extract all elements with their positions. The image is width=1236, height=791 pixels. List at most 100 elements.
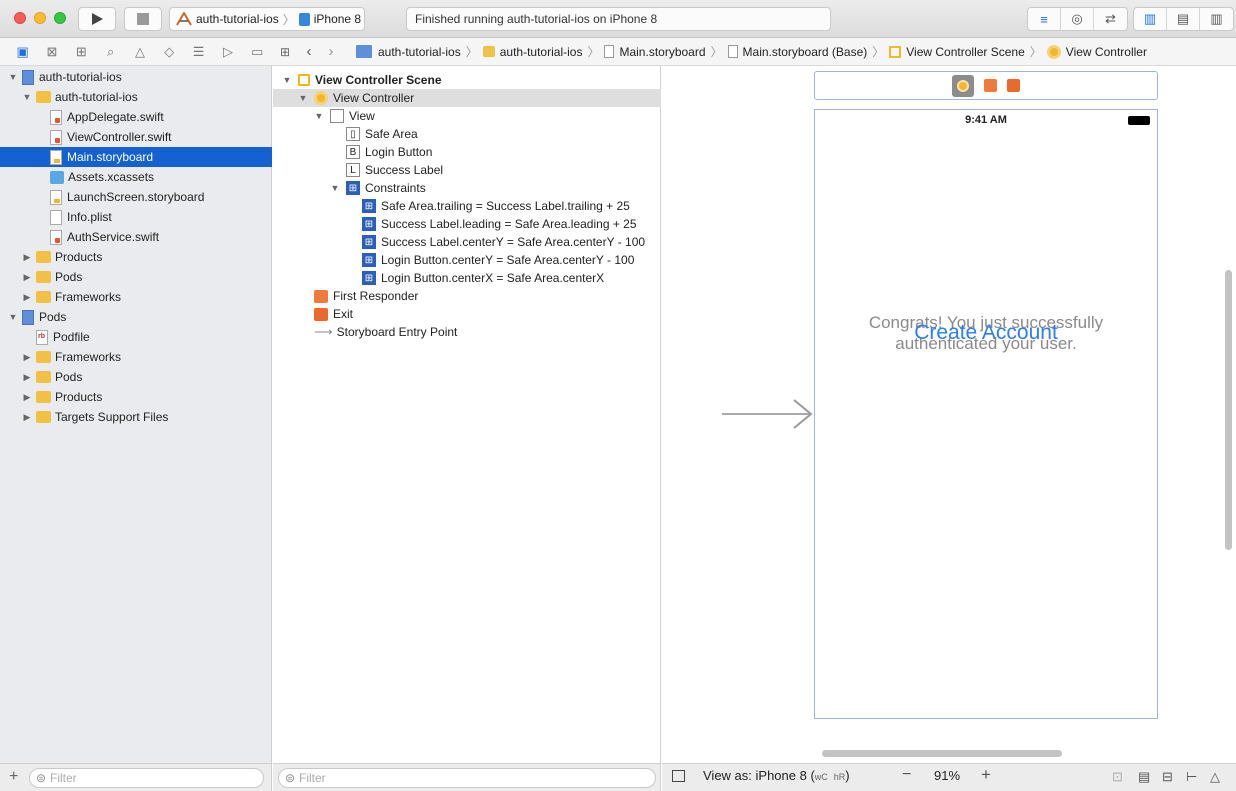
outline-item[interactable]: ▯ Safe Area	[273, 125, 661, 143]
jump-crumb[interactable]: Main.storyboard	[619, 45, 705, 59]
version-editor-icon[interactable]: ⇄	[1094, 8, 1127, 30]
disclosure-open-icon[interactable]: ▼	[22, 92, 32, 102]
navigator-item[interactable]: ▼ auth-tutorial-ios	[0, 87, 272, 107]
disclosure-closed-icon[interactable]: ▶	[22, 392, 32, 403]
outline-item[interactable]: B Login Button	[273, 143, 661, 161]
disclosure-closed-icon[interactable]: ▶	[22, 252, 32, 263]
navigator-item[interactable]: AuthService.swift	[0, 227, 272, 247]
outline-item[interactable]: First Responder	[273, 287, 661, 305]
navigator-item[interactable]: Info.plist	[0, 207, 272, 227]
navigator-item[interactable]: ▼ Pods	[0, 307, 272, 327]
first-responder-dock-icon[interactable]	[984, 79, 997, 92]
disclosure-closed-icon[interactable]: ▶	[22, 372, 32, 383]
disclosure-open-icon[interactable]: ▼	[314, 111, 324, 121]
stop-button[interactable]	[124, 7, 162, 31]
add-constraints-icon[interactable]: ⊢	[1186, 769, 1197, 785]
zoom-window-button[interactable]	[54, 12, 66, 24]
navigator-item[interactable]: LaunchScreen.storyboard	[0, 187, 272, 207]
navigator-item[interactable]: ▶ Targets Support Files	[0, 407, 272, 427]
disclosure-open-icon[interactable]: ▼	[8, 312, 18, 322]
exit-dock-icon[interactable]	[1007, 79, 1020, 92]
outline-filter-field[interactable]: ⊜ Filter	[278, 768, 656, 788]
jump-crumb[interactable]: View Controller	[1066, 45, 1147, 59]
jump-crumb[interactable]: auth-tutorial-ios	[500, 45, 583, 59]
disclosure-open-icon[interactable]: ▼	[282, 75, 292, 85]
run-button[interactable]	[78, 7, 116, 31]
vertical-scrollbar[interactable]	[1225, 270, 1232, 550]
horizontal-scrollbar[interactable]	[822, 750, 1062, 757]
outline-item[interactable]: ⊞ Login Button.centerY = Safe Area.center…	[273, 251, 661, 269]
add-file-icon[interactable]: +	[9, 768, 18, 786]
disclosure-closed-icon[interactable]: ▶	[22, 292, 32, 303]
view-controller-icon	[314, 91, 328, 105]
outline-item[interactable]: ⊞ Login Button.centerX = Safe Area.center…	[273, 269, 661, 287]
disclosure-closed-icon[interactable]: ▶	[22, 272, 32, 283]
navigator-item[interactable]: Assets.xcassets	[0, 167, 272, 187]
outline-item[interactable]: ⊞ Safe Area.trailing = Success Label.trai…	[273, 197, 661, 215]
create-account-button[interactable]: Create Account	[886, 319, 1086, 347]
embed-in-stack-icon[interactable]: ▤	[1138, 769, 1150, 785]
outline-item[interactable]: ▼ View	[273, 107, 661, 125]
zoom-out-icon[interactable]: −	[902, 766, 911, 784]
symbol-navigator-icon[interactable]: ⊞	[67, 44, 96, 60]
forward-arrow-icon[interactable]: ›	[320, 43, 342, 60]
minimize-window-button[interactable]	[34, 12, 46, 24]
outline-toggle-icon[interactable]	[672, 770, 685, 782]
zoom-in-icon[interactable]: +	[981, 765, 991, 785]
navigator-toggle-icon[interactable]: ▥	[1134, 8, 1167, 30]
update-frames-icon[interactable]: ⊡	[1112, 769, 1123, 785]
disclosure-open-icon[interactable]: ▼	[298, 93, 308, 103]
align-icon[interactable]: ⊟	[1162, 769, 1173, 785]
disclosure-open-icon[interactable]: ▼	[8, 72, 18, 82]
outline-item[interactable]: ▼ ⊞ Constraints	[273, 179, 661, 197]
assistant-editor-icon[interactable]: ◎	[1061, 8, 1094, 30]
outline-item[interactable]: L Success Label	[273, 161, 661, 179]
navigator-item[interactable]: ▶ Products	[0, 247, 272, 267]
debug-navigator-icon[interactable]: ☰	[184, 44, 213, 60]
breakpoint-navigator-icon[interactable]: ▷	[213, 44, 242, 60]
entry-point-arrow-icon[interactable]	[722, 396, 814, 432]
navigator-item[interactable]: Main.storyboard	[0, 147, 272, 167]
outline-item[interactable]: ▼ View Controller	[273, 89, 661, 107]
report-navigator-icon[interactable]: ▭	[243, 44, 272, 60]
disclosure-closed-icon[interactable]: ▶	[22, 412, 32, 423]
debug-area-toggle-icon[interactable]: ▤	[1167, 8, 1200, 30]
scheme-selector[interactable]: auth-tutorial-ios 〉 iPhone 8	[169, 7, 365, 31]
test-navigator-icon[interactable]: ◇	[155, 44, 184, 60]
find-navigator-icon[interactable]: ⌕	[96, 44, 125, 60]
standard-editor-icon[interactable]: ≡	[1028, 8, 1061, 30]
outline-item[interactable]: ⊞ Success Label.leading = Safe Area.leadi…	[273, 215, 661, 233]
issue-navigator-icon[interactable]: △	[125, 44, 154, 60]
navigator-item[interactable]: ▶ Pods	[0, 267, 272, 287]
jump-crumb[interactable]: View Controller Scene	[906, 45, 1025, 59]
iphone-scene-frame[interactable]: 9:41 AM Congrats! You just successfully …	[814, 109, 1158, 719]
navigator-filter-field[interactable]: ⊜ Filter	[29, 768, 264, 788]
resolve-issues-icon[interactable]: △	[1210, 769, 1220, 785]
outline-item[interactable]: ▼ View Controller Scene	[273, 71, 661, 89]
view-as-device-selector[interactable]: View as: iPhone 8 (wC hR)	[703, 768, 850, 783]
outline-item[interactable]: Exit	[273, 305, 661, 323]
project-navigator-icon[interactable]: ▣	[8, 44, 37, 60]
source-control-navigator-icon[interactable]: ⊠	[37, 44, 66, 60]
outline-item[interactable]: ⊞ Success Label.centerY = Safe Area.cente…	[273, 233, 661, 251]
utilities-toggle-icon[interactable]: ▥	[1200, 8, 1233, 30]
back-arrow-icon[interactable]: ‹	[298, 43, 320, 60]
disclosure-open-icon[interactable]: ▼	[330, 183, 340, 193]
disclosure-closed-icon[interactable]: ▶	[22, 352, 32, 363]
related-items-icon[interactable]: ⊞	[272, 45, 298, 59]
navigator-item[interactable]: ▼ auth-tutorial-ios	[0, 67, 272, 87]
outline-item[interactable]: ⟶ Storyboard Entry Point	[273, 323, 661, 341]
close-window-button[interactable]	[14, 12, 26, 24]
storyboard-canvas[interactable]: 9:41 AM Congrats! You just successfully …	[662, 66, 1236, 763]
jump-crumb[interactable]: Main.storyboard (Base)	[743, 45, 868, 59]
navigator-item[interactable]: AppDelegate.swift	[0, 107, 272, 127]
navigator-item[interactable]: ▶ Products	[0, 387, 272, 407]
navigator-item[interactable]: ▶ Pods	[0, 367, 272, 387]
view-controller-dock-icon[interactable]	[952, 74, 974, 97]
navigator-item[interactable]: Podfile	[0, 327, 272, 347]
jump-crumb[interactable]: auth-tutorial-ios	[378, 45, 461, 59]
navigator-item[interactable]: ▶ Frameworks	[0, 287, 272, 307]
navigator-item[interactable]: ▶ Frameworks	[0, 347, 272, 367]
navigator-item[interactable]: ViewController.swift	[0, 127, 272, 147]
ruby-file-icon	[36, 329, 48, 345]
